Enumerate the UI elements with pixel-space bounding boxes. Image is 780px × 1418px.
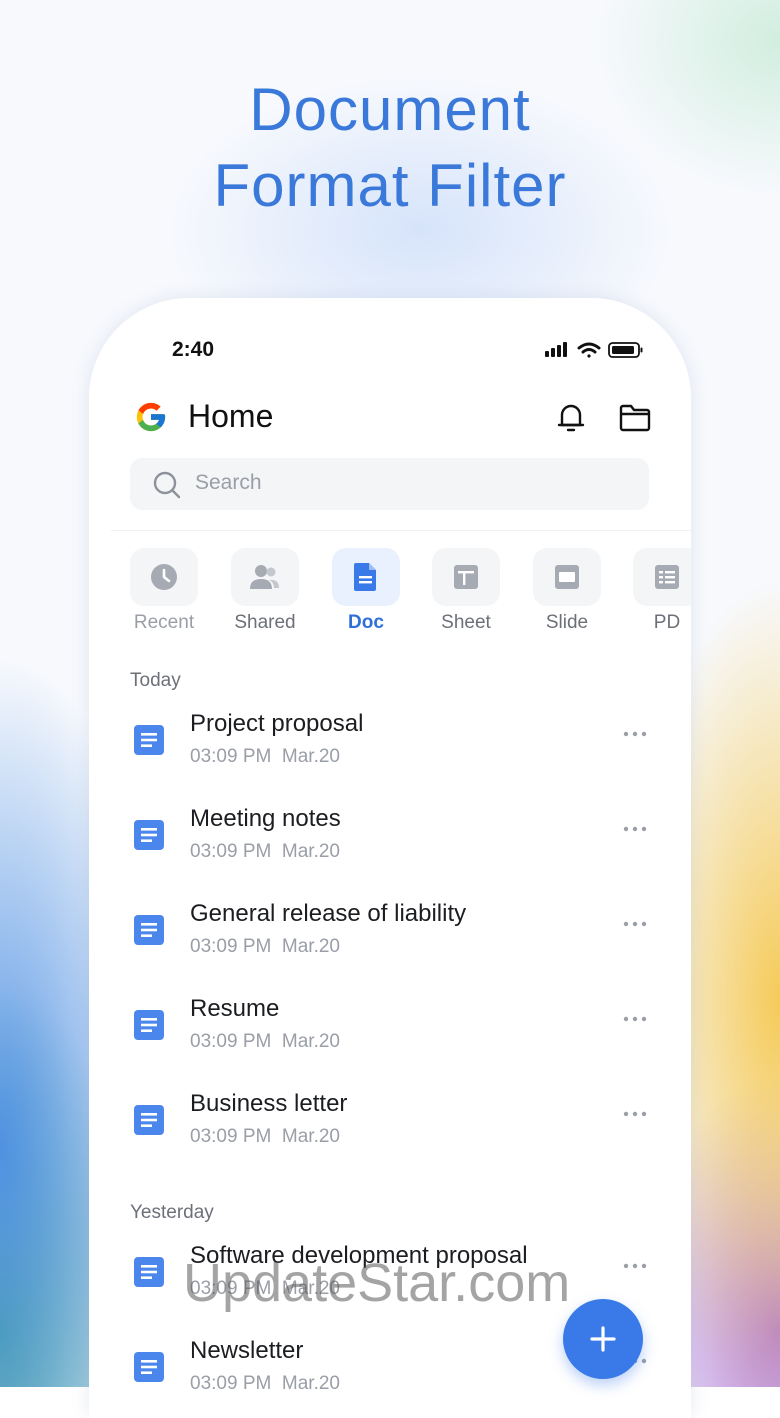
tab-shared[interactable]: Shared <box>231 548 331 643</box>
list-item[interactable]: Meeting notes 03:09 PM Mar.20 <box>89 790 691 880</box>
document-date: Mar.20 <box>281 841 340 862</box>
document-meta: 03:09 PM Mar.20 <box>190 841 340 863</box>
more-options-icon[interactable] <box>622 1261 648 1271</box>
tab-slide[interactable]: Slide <box>533 548 633 643</box>
pdf-icon <box>655 565 679 589</box>
phone-screen: 2:40 Home Search Recent Shared Doc Sheet… <box>89 298 691 1418</box>
folder-icon[interactable] <box>618 402 652 434</box>
document-icon <box>134 1257 164 1287</box>
tab-label: Shared <box>234 612 296 633</box>
battery-icon <box>608 342 643 358</box>
list-item[interactable]: Project proposal 03:09 PM Mar.20 <box>89 695 691 785</box>
page-title: Home <box>188 398 274 434</box>
google-logo-icon <box>136 402 166 432</box>
doc-icon <box>354 563 376 591</box>
document-date: Mar.20 <box>281 936 340 957</box>
wifi-icon <box>577 342 601 358</box>
search-icon <box>153 471 181 499</box>
watermark: UpdateStar.com <box>183 1253 571 1313</box>
tab-sheet[interactable]: Sheet <box>432 548 532 643</box>
document-meta: 03:09 PM Mar.20 <box>190 1126 340 1148</box>
document-icon <box>134 1105 164 1135</box>
more-options-icon[interactable] <box>622 1014 648 1024</box>
search-bar[interactable]: Search <box>130 458 649 510</box>
list-item[interactable]: Business letter 03:09 PM Mar.20 <box>89 1075 691 1165</box>
document-title: General release of liability <box>190 900 467 927</box>
document-meta: 03:09 PM Mar.20 <box>190 936 340 958</box>
document-time: 03:09 PM <box>190 936 272 957</box>
sheet-icon <box>454 565 478 589</box>
document-meta: 03:09 PM Mar.20 <box>190 1373 340 1395</box>
format-filter-tabs: Recent Shared Doc Sheet Slide PD <box>130 548 691 643</box>
document-time: 03:09 PM <box>190 1126 272 1147</box>
tab-recent[interactable]: Recent <box>130 548 230 643</box>
tab-doc[interactable]: Doc <box>332 548 432 643</box>
document-icon <box>134 1352 164 1382</box>
document-title: Newsletter <box>190 1337 304 1364</box>
signal-icon <box>545 342 567 357</box>
notification-bell-icon[interactable] <box>554 400 588 434</box>
status-icons <box>545 342 643 358</box>
tab-label: Recent <box>133 612 195 633</box>
headline-line-2: Format Filter <box>213 152 567 219</box>
list-item[interactable]: General release of liability 03:09 PM Ma… <box>89 885 691 975</box>
more-options-icon[interactable] <box>622 729 648 739</box>
slide-icon <box>555 565 579 589</box>
document-date: Mar.20 <box>281 1031 340 1052</box>
document-date: Mar.20 <box>281 1373 340 1394</box>
document-meta: 03:09 PM Mar.20 <box>190 746 340 768</box>
header-divider <box>111 530 691 531</box>
plus-icon <box>590 1326 616 1352</box>
document-time: 03:09 PM <box>190 1373 272 1394</box>
document-time: 03:09 PM <box>190 1031 272 1052</box>
status-time: 2:40 <box>172 338 215 361</box>
headline-line-1: Document <box>249 76 531 143</box>
document-title: Project proposal <box>190 710 364 737</box>
create-document-button[interactable] <box>563 1299 643 1379</box>
people-icon <box>250 565 279 589</box>
document-title: Business letter <box>190 1090 348 1117</box>
tab-label: Sheet <box>441 612 491 633</box>
document-date: Mar.20 <box>281 1126 340 1147</box>
tab-label: Doc <box>348 612 384 633</box>
list-item[interactable]: Resume 03:09 PM Mar.20 <box>89 980 691 1070</box>
more-options-icon[interactable] <box>622 1109 648 1119</box>
document-icon <box>134 725 164 755</box>
section-title-yesterday: Yesterday <box>130 1202 214 1223</box>
section-title-today: Today <box>130 670 181 691</box>
document-icon <box>134 1010 164 1040</box>
tab-label: Slide <box>545 612 589 633</box>
tab-label: PD <box>653 612 681 633</box>
document-time: 03:09 PM <box>190 841 272 862</box>
more-options-icon[interactable] <box>622 919 648 929</box>
search-placeholder: Search <box>195 471 262 494</box>
more-options-icon[interactable] <box>622 824 648 834</box>
document-date: Mar.20 <box>281 746 340 767</box>
document-title: Resume <box>190 995 280 1022</box>
document-title: Meeting notes <box>190 805 341 832</box>
document-meta: 03:09 PM Mar.20 <box>190 1031 340 1053</box>
clock-icon <box>151 564 177 590</box>
document-time: 03:09 PM <box>190 746 272 767</box>
document-icon <box>134 820 164 850</box>
document-icon <box>134 915 164 945</box>
tab-pdf[interactable]: PD <box>633 548 691 643</box>
promo-headline: Document Format Filter <box>0 72 780 224</box>
